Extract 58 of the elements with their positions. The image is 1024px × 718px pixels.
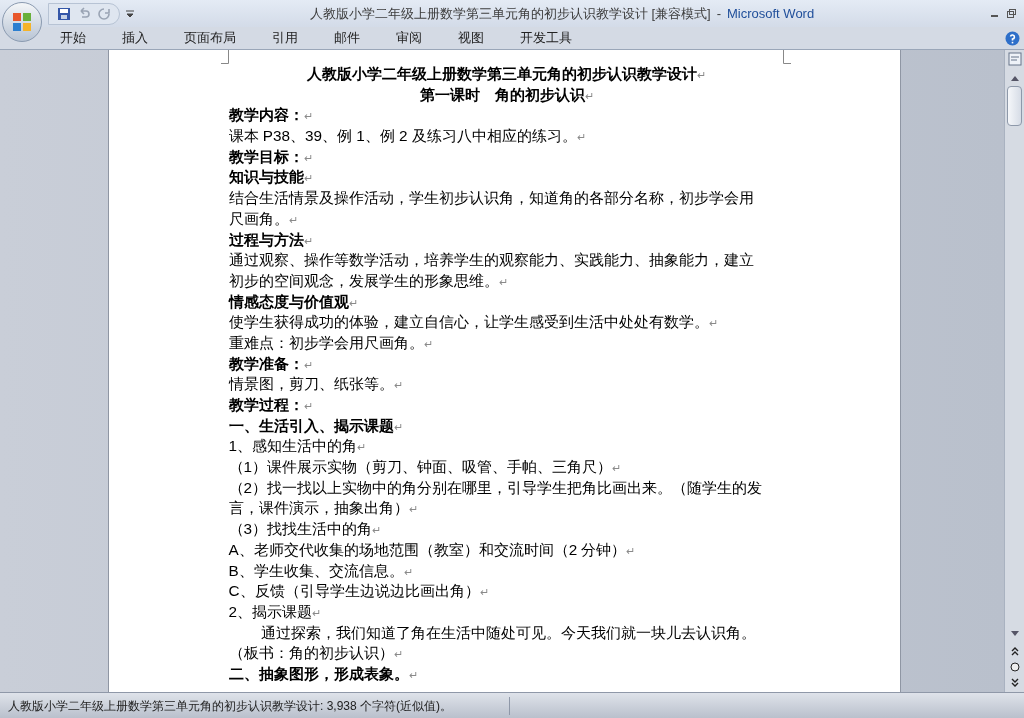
- vertical-scrollbar[interactable]: [1004, 50, 1024, 692]
- save-icon[interactable]: [57, 6, 71, 21]
- document-line: B、学生收集、交流信息。↵: [228, 560, 413, 581]
- document-line: 过程与方法↵: [228, 229, 313, 250]
- ribbon-tab[interactable]: 视图: [440, 27, 502, 49]
- document-line: 第一课时 角的初步认识↵: [419, 84, 594, 105]
- document-line: 课本 P38、39、例 1、例 2 及练习八中相应的练习。↵: [228, 126, 586, 147]
- document-line: 尺画角。↵: [228, 208, 298, 229]
- status-text: 人教版小学二年级上册数学第三单元角的初步认识教学设计: 3,938 个字符(近似值)。: [0, 696, 510, 715]
- window-title: 人教版小学二年级上册数学第三单元角的初步认识教学设计 [兼容模式]: [309, 4, 711, 23]
- document-line: （板书：角的初步认识）↵: [228, 643, 403, 664]
- document-line: 教学过程：↵: [228, 395, 313, 415]
- document-line: C、反馈（引导学生边说边比画出角）↵: [228, 581, 489, 602]
- next-page-icon: [1009, 678, 1020, 688]
- scroll-down-icon: [1009, 630, 1020, 638]
- ribbon-tab[interactable]: 开始: [42, 27, 104, 49]
- ribbon-tab[interactable]: 邮件: [316, 27, 378, 49]
- ribbon-tab[interactable]: 审阅: [378, 27, 440, 49]
- dropdown-caret-icon[interactable]: [126, 9, 134, 18]
- document-line: 教学内容：↵: [228, 105, 313, 126]
- document-line: 情感态度与价值观↵: [228, 291, 358, 312]
- office-logo-icon: [11, 11, 33, 33]
- document-line: 结合生活情景及操作活动，学生初步认识角，知道角的各部分名称，初步学会用: [228, 188, 754, 209]
- ribbon-tab[interactable]: 引用: [254, 27, 316, 49]
- ruler-toggle-icon: [1007, 52, 1022, 66]
- restore-icon[interactable]: [1007, 9, 1016, 18]
- ribbon-tab[interactable]: 开发工具: [502, 27, 590, 49]
- ribbon-tab[interactable]: 页面布局: [166, 27, 254, 49]
- document-line: 2、揭示课题↵: [228, 601, 321, 622]
- document-line: 教学目标：↵: [228, 146, 313, 167]
- document-line: 1、感知生活中的角↵: [228, 436, 366, 457]
- document-line: 二、抽象图形，形成表象。↵: [228, 663, 418, 684]
- document-line: （1）课件展示实物（剪刀、钟面、吸管、手帕、三角尺）↵: [228, 457, 621, 478]
- crop-mark-icon: [220, 50, 229, 64]
- document-line: 教学准备：↵: [228, 353, 313, 374]
- ribbon-tab[interactable]: 插入: [104, 27, 166, 49]
- title-separator: -: [716, 4, 721, 23]
- document-line: 情景图，剪刀、纸张等。↵: [228, 374, 403, 395]
- scroll-up-icon: [1009, 74, 1020, 82]
- document-line: 初步的空间观念，发展学生的形象思维。↵: [228, 270, 508, 291]
- office-button[interactable]: [2, 2, 42, 42]
- document-line: （2）找一找以上实物中的角分别在哪里，引导学生把角比画出来。（随学生的发: [228, 477, 762, 498]
- previous-page-icon: [1009, 646, 1020, 656]
- scroll-thumb: [1007, 86, 1022, 126]
- document-line: 人教版小学二年级上册数学第三单元角的初步认识教学设计↵: [307, 64, 706, 84]
- document-line: A、老师交代收集的场地范围（教室）和交流时间（2 分钟）↵: [228, 539, 636, 560]
- document-line: 通过探索，我们知道了角在生活中随处可见。今天我们就一块儿去认识角。: [259, 622, 756, 643]
- crop-mark-icon: [782, 50, 791, 64]
- help-icon[interactable]: [1005, 30, 1020, 46]
- document-line: 知识与技能↵: [228, 167, 313, 188]
- document-line: 一、生活引入、揭示课题↵: [228, 415, 403, 436]
- document-line: 使学生获得成功的体验，建立自信心，让学生感受到生活中处处有数学。↵: [228, 312, 718, 333]
- document-line: （3）找找生活中的角↵: [228, 519, 381, 540]
- document-line: 通过观察、操作等数学活动，培养学生的观察能力、实践能力、抽象能力，建立: [228, 250, 754, 271]
- app-name: Microsoft Word: [727, 4, 815, 23]
- browse-object-icon: [1009, 662, 1020, 672]
- document-line: 言，课件演示，抽象出角）↵: [228, 498, 418, 519]
- document-line: 重难点：初步学会用尺画角。↵: [228, 332, 433, 353]
